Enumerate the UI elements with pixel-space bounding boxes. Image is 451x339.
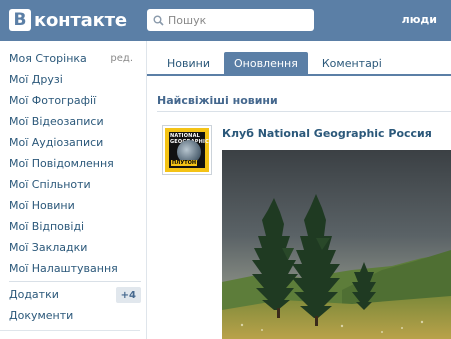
sidebar-item-documents[interactable]: Документи — [0, 305, 147, 326]
logo-icon: В — [9, 9, 31, 31]
sidebar-item-bookmarks[interactable]: Мої Закладки — [0, 237, 147, 258]
search-icon — [153, 15, 164, 26]
tab-updates[interactable]: Оновлення — [223, 52, 308, 75]
sidebar-item-news[interactable]: Мої Новини — [0, 195, 147, 216]
sidebar-item-apps[interactable]: Додатки +4 — [0, 284, 147, 305]
sidebar-item-label: Документи — [9, 309, 74, 322]
sidebar-item-videos[interactable]: Мої Відеозаписи — [0, 111, 147, 132]
sidebar-divider — [9, 281, 141, 282]
sidebar-item-label: Мої Аудіозаписи — [9, 136, 104, 149]
cover-headline: ПЛУТОН — [171, 160, 198, 166]
section-divider — [157, 111, 451, 112]
sidebar-item-label: Мої Налаштування — [9, 262, 118, 275]
sidebar-item-audio[interactable]: Мої Аудіозаписи — [0, 132, 147, 153]
edit-link[interactable]: ред. — [110, 53, 133, 64]
sidebar-item-friends[interactable]: Мої Друзі — [0, 69, 147, 90]
sidebar-item-messages[interactable]: Мої Повідомлення — [0, 153, 147, 174]
sidebar-item-communities[interactable]: Мої Спільноти — [0, 174, 147, 195]
top-bar: В контакте люди — [0, 0, 451, 41]
sidebar-item-label: Мої Спільноти — [9, 178, 91, 191]
magazine-cover-image: NATIONAL GEOGRAPHIC ПЛУТОН — [165, 128, 209, 172]
sidebar-item-label: Додатки — [9, 288, 59, 301]
sidebar-item-label: Мої Новини — [9, 199, 75, 212]
sidebar-item-photos[interactable]: Мої Фотографії — [0, 90, 147, 111]
feed-tabs: Новини Оновлення Коментарі — [157, 52, 396, 75]
sidebar-item-replies[interactable]: Мої Відповіді — [0, 216, 147, 237]
sidebar: Моя Сторінка ред. Мої Друзі Мої Фотограф… — [0, 41, 147, 339]
section-title: Найсвіжіші новини — [157, 94, 278, 107]
tab-news[interactable]: Новини — [157, 52, 220, 75]
sidebar-item-label: Мої Повідомлення — [9, 157, 114, 170]
sidebar-item-my-page[interactable]: Моя Сторінка ред. — [0, 48, 147, 69]
vk-logo[interactable]: В контакте — [9, 8, 127, 32]
people-link[interactable]: люди — [402, 13, 437, 26]
logo-text: контакте — [34, 9, 127, 31]
sidebar-item-label: Мої Відповіді — [9, 220, 85, 233]
sidebar-bottom-divider — [0, 330, 140, 331]
post-author-avatar[interactable]: NATIONAL GEOGRAPHIC ПЛУТОН — [162, 125, 212, 175]
sidebar-item-label: Мої Відеозаписи — [9, 115, 104, 128]
column-divider — [146, 41, 147, 339]
forest-landscape-image — [222, 150, 451, 339]
sidebar-item-settings[interactable]: Мої Налаштування — [0, 258, 147, 279]
sidebar-item-label: Мої Друзі — [9, 73, 63, 86]
post-photo[interactable] — [222, 150, 451, 339]
sidebar-item-label: Мої Фотографії — [9, 94, 97, 107]
sidebar-item-label: Моя Сторінка — [9, 52, 87, 65]
post-author-link[interactable]: Клуб National Geographic Россия — [222, 127, 432, 140]
search-input[interactable] — [168, 13, 303, 27]
tabs-underline — [147, 74, 451, 76]
tab-comments[interactable]: Коментарі — [312, 52, 392, 75]
sidebar-item-label: Мої Закладки — [9, 241, 88, 254]
apps-count-badge: +4 — [115, 287, 141, 303]
search-box[interactable] — [147, 9, 314, 31]
